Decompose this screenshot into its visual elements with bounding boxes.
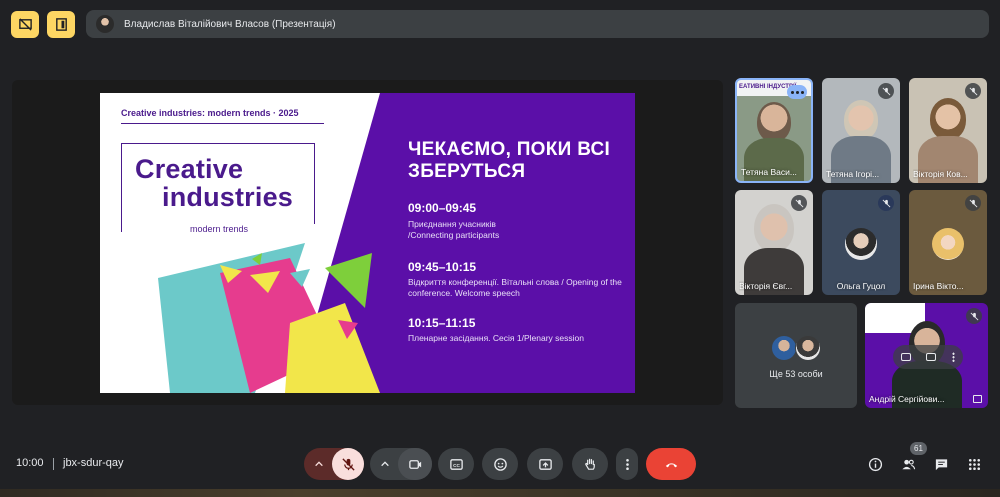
leave-call-button[interactable] xyxy=(646,448,696,480)
presenter-name: Владислав Віталійович Власов (Презентаці… xyxy=(124,18,336,30)
logo-line-2: industries xyxy=(162,182,294,212)
participant-name: Ірина Вікто... xyxy=(913,281,964,291)
divider xyxy=(53,458,54,470)
open-in-new-icon xyxy=(55,18,67,31)
clock: 10:00 xyxy=(16,457,44,469)
participant-avatar xyxy=(845,228,877,260)
participant-tile[interactable]: ЕАТИВНІ ІНДУСТРІЇ Тетяна Васи... xyxy=(735,78,813,183)
schedule-time-3: 10:15–11:15 xyxy=(408,316,476,330)
participant-video xyxy=(754,204,794,252)
participant-name: Вікторія Євг... xyxy=(739,281,793,291)
chevron-up-icon xyxy=(315,461,323,467)
schedule-time-1: 09:00–09:45 xyxy=(408,201,477,215)
conference-logo: Creative industries modern trends xyxy=(121,143,316,234)
more-options-button[interactable] xyxy=(616,448,638,480)
mic-off-icon xyxy=(878,195,894,211)
call-end-icon xyxy=(665,462,677,467)
schedule-time-2: 09:45–10:15 xyxy=(408,260,477,274)
meet-window: Владислав Віталійович Власов (Презентаці… xyxy=(0,0,1000,497)
logo-line-1: Creative xyxy=(135,154,244,184)
mic-off-icon xyxy=(341,457,355,471)
participant-video xyxy=(844,100,878,140)
presenter-bar[interactable]: Владислав Віталійович Власов (Презентаці… xyxy=(86,10,989,38)
pip-icon[interactable] xyxy=(973,395,982,403)
participant-video xyxy=(930,98,966,140)
camera-options-button[interactable] xyxy=(372,448,398,480)
participant-tile[interactable]: Ольга Гуцол xyxy=(822,190,900,295)
reactions-button[interactable] xyxy=(482,448,518,480)
participant-count-badge: 61 xyxy=(910,442,927,455)
present-icon xyxy=(538,458,552,470)
layout-button[interactable] xyxy=(47,11,75,38)
participant-tile[interactable]: Вікторія Євг... xyxy=(735,190,813,295)
other-participant-avatar xyxy=(795,335,821,361)
more-vert-icon xyxy=(625,458,629,470)
participant-name: Вікторія Ков... xyxy=(913,169,968,179)
schedule-text-3: Пленарне засідання. Сесія 1/Plenary sess… xyxy=(408,333,584,343)
mic-toggle-button[interactable] xyxy=(332,448,364,480)
present-button[interactable] xyxy=(527,448,563,480)
apps-icon xyxy=(968,458,980,470)
mic-off-icon xyxy=(878,83,894,99)
activities-button[interactable] xyxy=(965,455,983,473)
emoji-icon xyxy=(493,457,507,471)
participant-tile[interactable]: Тетяна Ігорі... xyxy=(822,78,900,183)
mic-off-icon xyxy=(965,83,981,99)
desktop-background-strip xyxy=(0,489,1000,497)
self-view-controls xyxy=(893,345,963,369)
videocam-icon xyxy=(408,459,421,469)
meeting-code: jbx-sdur-qay xyxy=(63,457,124,469)
camera-toggle-button[interactable] xyxy=(398,448,432,480)
closed-caption-icon: CC xyxy=(449,458,463,470)
slide-header: Creative industries: modern trends · 202… xyxy=(121,108,299,118)
slide-decoration xyxy=(158,93,635,393)
frame-person-icon[interactable] xyxy=(900,353,911,361)
raise-hand-button[interactable] xyxy=(572,448,608,480)
svg-text:CC: CC xyxy=(453,462,460,467)
other-participant-avatar xyxy=(771,335,797,361)
chat-icon xyxy=(935,458,947,470)
presentation-slide: Creative industries: modern trends · 202… xyxy=(100,93,635,393)
people-icon xyxy=(901,459,915,469)
participant-name: Ольга Гуцол xyxy=(836,281,886,291)
slide-title: ЧЕКАЄМО, ПОКИ ВСІ ЗБЕРУТЬСЯ xyxy=(408,139,611,182)
chevron-up-icon xyxy=(381,461,389,467)
schedule-text-1: Приєднання учасників /Connecting partici… xyxy=(408,219,500,240)
mic-off-icon xyxy=(791,195,807,211)
schedule-text-2: Відкриття конференції. Вітальні слова / … xyxy=(408,277,622,298)
participant-name: Тетяна Ігорі... xyxy=(826,169,880,179)
info-icon xyxy=(868,457,882,471)
more-vert-icon[interactable] xyxy=(952,352,956,362)
chat-button[interactable] xyxy=(932,455,950,473)
presentation-off-button[interactable] xyxy=(11,11,39,38)
meeting-details-button[interactable] xyxy=(866,455,884,473)
self-view-tile[interactable]: Андрій Сергійови... xyxy=(865,303,988,408)
participant-avatar xyxy=(932,228,964,260)
mic-off-icon xyxy=(966,308,982,324)
mic-off-icon xyxy=(965,195,981,211)
other-participants-tile[interactable]: Ще 53 особи xyxy=(735,303,857,408)
logo-subtitle: modern trends xyxy=(122,224,316,234)
present-off-icon xyxy=(18,18,32,31)
tile-more-button[interactable] xyxy=(787,85,807,99)
people-button[interactable] xyxy=(899,455,917,473)
participant-tile[interactable]: Вікторія Ков... xyxy=(909,78,987,183)
participant-name: Андрій Сергійови... xyxy=(869,394,945,404)
hand-icon xyxy=(584,458,595,470)
participant-name: Тетяна Васи... xyxy=(741,167,797,177)
others-count-label: Ще 53 особи xyxy=(769,369,823,379)
effects-icon[interactable] xyxy=(926,353,937,361)
slide-header-divider xyxy=(121,123,324,124)
presenter-avatar xyxy=(96,15,114,33)
captions-button[interactable]: CC xyxy=(438,448,474,480)
participant-tile[interactable]: Ірина Вікто... xyxy=(909,190,987,295)
participant-video xyxy=(757,102,791,142)
mic-options-button[interactable] xyxy=(306,448,332,480)
